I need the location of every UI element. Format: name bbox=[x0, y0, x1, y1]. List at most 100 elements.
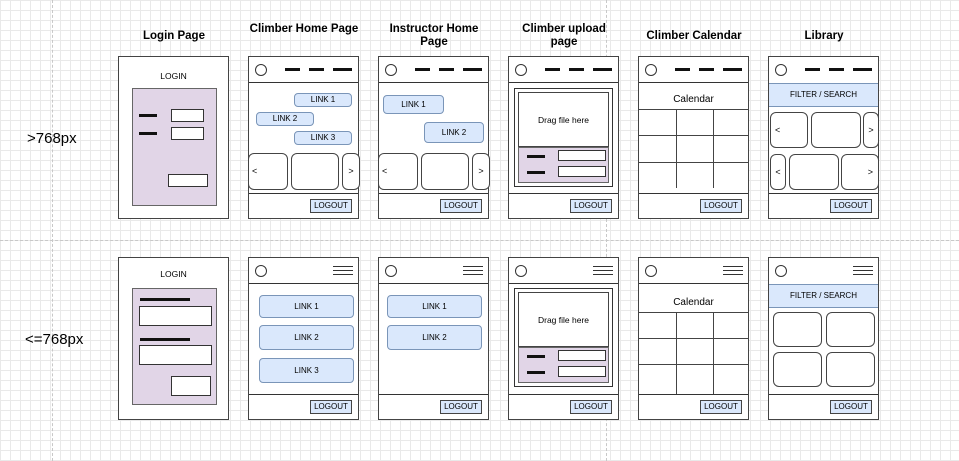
link-1-button[interactable]: LINK 1 bbox=[383, 95, 444, 114]
filter-search-bar[interactable]: FILTER / SEARCH bbox=[769, 83, 878, 107]
upload-field[interactable] bbox=[558, 166, 606, 177]
calendar-grid-line bbox=[713, 312, 714, 395]
library-card bbox=[773, 312, 822, 347]
avatar-circle bbox=[645, 265, 657, 277]
avatar-circle bbox=[385, 64, 397, 76]
logout-button[interactable]: LOGOUT bbox=[830, 199, 872, 213]
wireframe-library-wide: FILTER / SEARCH < > < > LOGOUT bbox=[768, 56, 879, 219]
upload-container: Drag file here bbox=[514, 288, 613, 387]
field-label-bar bbox=[527, 355, 545, 358]
login-form bbox=[132, 88, 217, 206]
logout-button[interactable]: LOGOUT bbox=[700, 400, 742, 414]
calendar-grid-line bbox=[639, 338, 748, 339]
carousel-right-arrow[interactable]: > bbox=[841, 154, 879, 190]
link-3-button[interactable]: LINK 3 bbox=[259, 358, 354, 383]
library-card bbox=[826, 352, 875, 387]
upload-container: Drag file here bbox=[514, 88, 613, 187]
password-field[interactable] bbox=[139, 345, 212, 365]
link-1-button[interactable]: LINK 1 bbox=[259, 295, 354, 318]
password-field[interactable] bbox=[171, 127, 204, 140]
logout-button[interactable]: LOGOUT bbox=[440, 400, 482, 414]
logout-button[interactable]: LOGOUT bbox=[830, 400, 872, 414]
avatar-circle bbox=[515, 64, 527, 76]
drop-zone-label: Drag file here bbox=[537, 115, 590, 125]
hamburger-icon[interactable] bbox=[333, 266, 353, 268]
library-card bbox=[826, 312, 875, 347]
filter-search-bar[interactable]: FILTER / SEARCH bbox=[769, 284, 878, 308]
footer-divider bbox=[639, 394, 748, 395]
field-label-bar bbox=[527, 155, 545, 158]
header-divider bbox=[639, 283, 748, 284]
logout-button[interactable]: LOGOUT bbox=[310, 400, 352, 414]
hamburger-icon[interactable] bbox=[463, 266, 483, 268]
header-divider bbox=[639, 82, 748, 83]
header-divider bbox=[379, 283, 488, 284]
hamburger-icon[interactable] bbox=[723, 266, 743, 268]
calendar-grid-line bbox=[639, 109, 748, 110]
nav-dash bbox=[805, 68, 820, 71]
username-field[interactable] bbox=[139, 306, 212, 326]
login-submit-button[interactable] bbox=[171, 376, 211, 396]
footer-divider bbox=[509, 193, 618, 194]
carousel-left-arrow[interactable]: < bbox=[770, 112, 808, 148]
upload-field[interactable] bbox=[558, 366, 606, 377]
carousel-left-arrow[interactable]: < bbox=[248, 153, 288, 190]
column-title-library: Library bbox=[804, 30, 844, 42]
hamburger-icon[interactable] bbox=[593, 266, 613, 268]
drop-zone[interactable]: Drag file here bbox=[518, 292, 609, 347]
drop-zone[interactable]: Drag file here bbox=[518, 92, 609, 147]
nav-dash bbox=[699, 68, 714, 71]
nav-dash bbox=[545, 68, 560, 71]
logout-button[interactable]: LOGOUT bbox=[440, 199, 482, 213]
link-1-button[interactable]: LINK 1 bbox=[387, 295, 482, 318]
logout-button[interactable]: LOGOUT bbox=[310, 199, 352, 213]
carousel-left-arrow[interactable]: < bbox=[770, 154, 786, 190]
header-divider bbox=[509, 82, 618, 83]
calendar-grid-line bbox=[639, 364, 748, 365]
link-2-button[interactable]: LINK 2 bbox=[259, 325, 354, 350]
hamburger-icon bbox=[463, 274, 483, 276]
library-card bbox=[773, 352, 822, 387]
library-card bbox=[811, 112, 861, 148]
link-3-button[interactable]: LINK 3 bbox=[294, 131, 352, 145]
nav-dash bbox=[723, 68, 742, 71]
library-card bbox=[789, 154, 839, 190]
nav-dash bbox=[463, 68, 482, 71]
link-2-button[interactable]: LINK 2 bbox=[387, 325, 482, 350]
carousel-right-arrow[interactable]: > bbox=[863, 112, 879, 148]
field-label-bar bbox=[527, 171, 545, 174]
hamburger-icon bbox=[853, 270, 873, 272]
link-1-button[interactable]: LINK 1 bbox=[294, 93, 352, 107]
upload-field[interactable] bbox=[558, 150, 606, 161]
carousel-right-arrow[interactable]: > bbox=[472, 153, 490, 190]
carousel-left-arrow[interactable]: < bbox=[378, 153, 418, 190]
carousel-card bbox=[291, 153, 339, 190]
link-2-button[interactable]: LINK 2 bbox=[424, 122, 484, 143]
hamburger-icon bbox=[593, 274, 613, 276]
logout-button[interactable]: LOGOUT bbox=[570, 400, 612, 414]
hamburger-icon bbox=[853, 274, 873, 276]
logout-button[interactable]: LOGOUT bbox=[700, 199, 742, 213]
nav-dash bbox=[309, 68, 324, 71]
logout-button[interactable]: LOGOUT bbox=[570, 199, 612, 213]
username-field[interactable] bbox=[171, 109, 204, 122]
calendar-grid-line bbox=[639, 312, 748, 313]
upload-field[interactable] bbox=[558, 350, 606, 361]
calendar-grid-line bbox=[639, 162, 748, 163]
hamburger-icon bbox=[333, 274, 353, 276]
login-submit-button[interactable] bbox=[168, 174, 208, 187]
upload-form bbox=[518, 347, 609, 383]
hamburger-icon bbox=[333, 270, 353, 272]
wireframe-instructor-home-narrow: LINK 1 LINK 2 LOGOUT bbox=[378, 257, 489, 420]
hamburger-icon[interactable] bbox=[853, 266, 873, 268]
field-label-bar bbox=[527, 371, 545, 374]
avatar-circle bbox=[645, 64, 657, 76]
row-label-narrow: <=768px bbox=[25, 331, 84, 348]
field-label-bar bbox=[140, 298, 190, 301]
link-2-button[interactable]: LINK 2 bbox=[256, 112, 314, 126]
nav-dash bbox=[829, 68, 844, 71]
calendar-grid-line bbox=[676, 312, 677, 395]
nav-dash bbox=[333, 68, 352, 71]
footer-divider bbox=[249, 193, 358, 194]
carousel-right-arrow[interactable]: > bbox=[342, 153, 360, 190]
